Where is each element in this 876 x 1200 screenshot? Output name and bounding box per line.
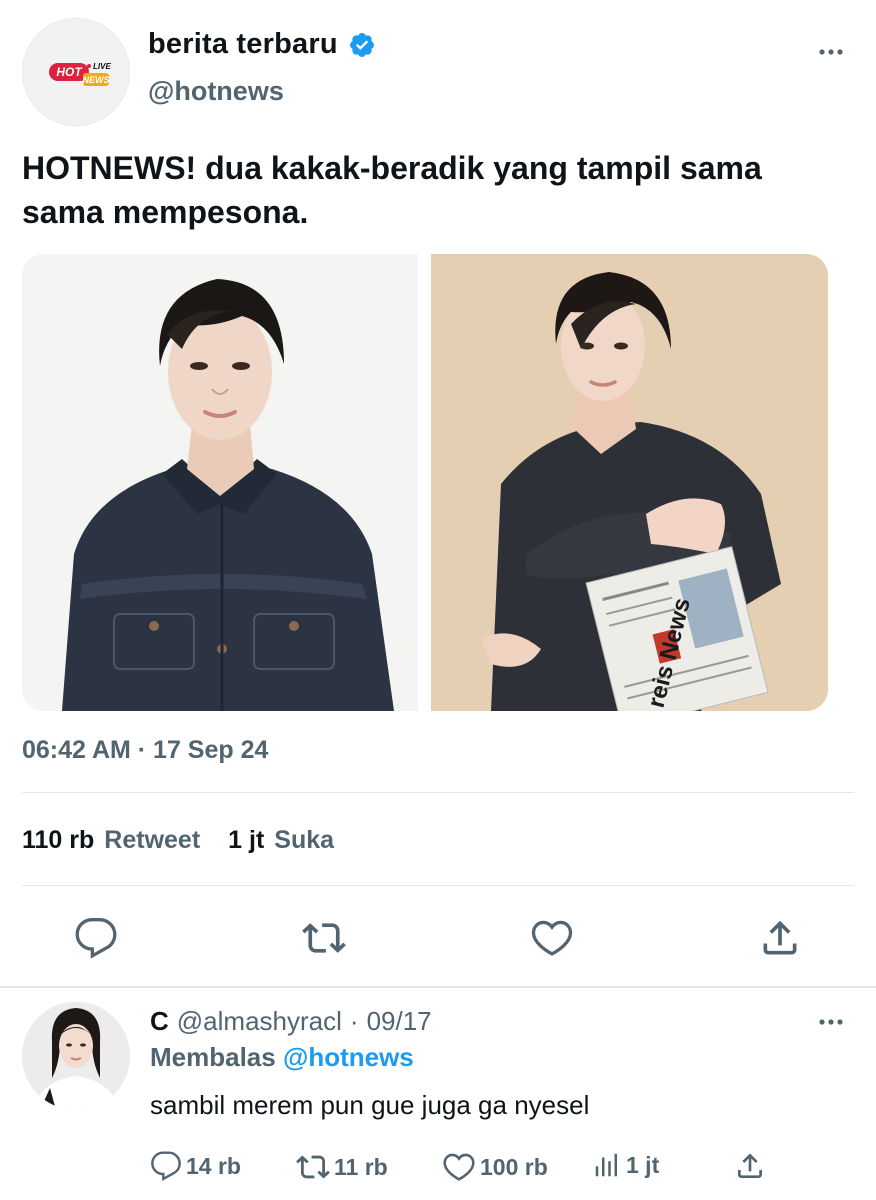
retweet-icon[interactable]: [302, 916, 346, 960]
reply-author-avatar[interactable]: [22, 1002, 130, 1110]
reply-view-count: 1 jt: [626, 1151, 660, 1178]
reply-share-button[interactable]: [734, 1150, 766, 1182]
retweet-count[interactable]: 110 rb: [22, 826, 94, 855]
reply-icon[interactable]: [74, 916, 118, 960]
portrait-man-newspaper-image: reis News: [431, 254, 828, 711]
replying-prefix: Membalas: [150, 1042, 276, 1072]
like-label[interactable]: Suka: [274, 826, 334, 855]
replying-mention-link[interactable]: @hotnews: [283, 1042, 414, 1072]
reply-date[interactable]: 09/17: [367, 1006, 432, 1037]
retweet-label[interactable]: Retweet: [104, 826, 200, 855]
like-icon[interactable]: [530, 916, 574, 960]
more-options-icon[interactable]: [816, 40, 846, 64]
author-avatar[interactable]: HOT LIVE NEWS: [22, 18, 130, 126]
reply-like-count: 100 rb: [480, 1153, 548, 1180]
reply-like-button[interactable]: 100 rb: [442, 1150, 548, 1184]
tweet-photo-2[interactable]: reis News: [431, 254, 828, 711]
reply-more-options-icon[interactable]: [816, 1010, 846, 1034]
reply-separator: ·: [349, 1006, 359, 1036]
engagement-stats: 110 rb Retweet 1 jt Suka: [22, 826, 334, 855]
reply-author-handle[interactable]: @almashyracl: [177, 1006, 342, 1037]
views-icon: [595, 1153, 617, 1177]
share-icon: [738, 1153, 762, 1178]
logo-news-text: NEWS: [83, 75, 110, 85]
user-avatar-image: [22, 1002, 130, 1110]
reply-author-name[interactable]: C: [150, 1006, 169, 1037]
verified-badge-icon: [349, 32, 374, 57]
share-icon[interactable]: [758, 916, 802, 960]
tweet-timestamp[interactable]: 06:42 AM · 17 Sep 24: [22, 736, 268, 765]
like-icon: [443, 1153, 475, 1181]
logo-hot-text: HOT: [56, 65, 83, 79]
logo-live-text: LIVE: [93, 62, 111, 71]
reply-retweet-count: 11 rb: [334, 1153, 388, 1180]
author-display-name[interactable]: berita terbaru: [148, 28, 338, 61]
like-count[interactable]: 1 jt: [228, 826, 264, 855]
author-display-name-row[interactable]: berita terbaru: [148, 28, 376, 61]
reply-header: C @almashyracl · 09/17: [150, 1006, 432, 1037]
portrait-man-denim-image: [22, 254, 418, 711]
reply-icon: [151, 1151, 181, 1181]
divider: [22, 792, 854, 793]
reply-views-button[interactable]: 1 jt: [592, 1150, 659, 1180]
tweet-text: HOTNEWS! dua kakak-beradik yang tampil s…: [22, 150, 762, 230]
divider: [22, 885, 854, 886]
retweet-icon: [296, 1155, 330, 1179]
reply-reply-count: 14 rb: [186, 1152, 241, 1179]
tweet-photo-1[interactable]: [22, 254, 418, 711]
reply-retweet-button[interactable]: 11 rb: [296, 1150, 388, 1184]
section-divider: [0, 986, 876, 988]
author-handle[interactable]: @hotnews: [148, 76, 284, 107]
reply-reply-button[interactable]: 14 rb: [150, 1150, 241, 1182]
reply-text: sambil merem pun gue juga ga nyesel: [150, 1090, 590, 1120]
replying-to: Membalas @hotnews: [150, 1042, 414, 1073]
hotnews-logo-icon: HOT LIVE NEWS: [23, 19, 129, 125]
